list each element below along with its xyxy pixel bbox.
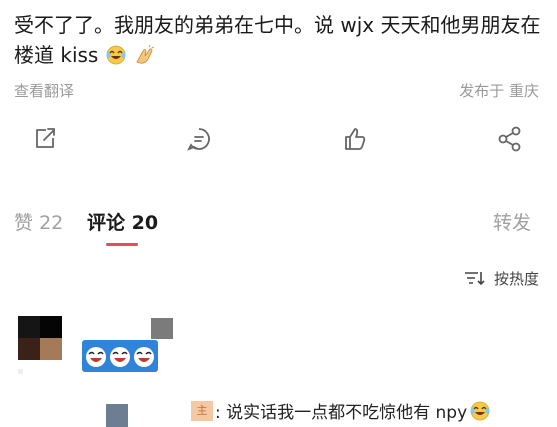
user-badge xyxy=(151,318,173,339)
tab-forward[interactable]: 转发 xyxy=(493,208,531,235)
avatar[interactable] xyxy=(18,316,62,360)
reply-text: : 说实话我一点都不吃惊他有 npy xyxy=(215,403,468,423)
tab-likes[interactable]: 赞 22 xyxy=(14,208,63,235)
tab-comments[interactable]: 评论 20 xyxy=(87,208,158,235)
share-out-icon[interactable] xyxy=(31,125,59,153)
sort-control[interactable]: 按热度 xyxy=(464,268,539,288)
post-content: 受不了了。我朋友的弟弟在七中。说 wjx 天天和他男朋友在楼道 kiss xyxy=(14,10,549,70)
tab-likes-label: 赞 xyxy=(14,212,34,234)
thumbs-up-icon[interactable] xyxy=(341,125,369,153)
crying-laughing-emoji xyxy=(470,401,490,420)
tab-bar: 赞 22 评论 20 转发 xyxy=(0,208,557,248)
tab-likes-count: 22 xyxy=(39,212,64,234)
divider-dot xyxy=(18,369,23,374)
reply-preview[interactable]: 主 : 说实话我一点都不吃惊他有 npy xyxy=(191,398,491,423)
tab-comments-label: 评论 xyxy=(87,212,126,234)
post-location: 发布于 重庆 xyxy=(459,82,539,100)
crying-laughing-sticker xyxy=(82,340,158,372)
crying-laughing-emoji xyxy=(106,45,126,65)
comment-icon[interactable] xyxy=(185,125,213,153)
sort-icon xyxy=(464,272,485,286)
clapping-hands-emoji xyxy=(136,45,155,64)
active-tab-indicator xyxy=(106,243,138,246)
share-network-icon[interactable] xyxy=(496,125,524,153)
reply-avatar[interactable] xyxy=(106,404,128,427)
action-bar xyxy=(0,125,557,155)
sort-label: 按热度 xyxy=(493,269,539,288)
author-badge: 主 xyxy=(191,400,213,421)
post-text: 受不了了。我朋友的弟弟在七中。说 wjx 天天和他男朋友在楼道 kiss xyxy=(14,13,541,67)
tab-comments-count: 20 xyxy=(131,212,159,234)
translate-link[interactable]: 查看翻译 xyxy=(14,80,74,101)
